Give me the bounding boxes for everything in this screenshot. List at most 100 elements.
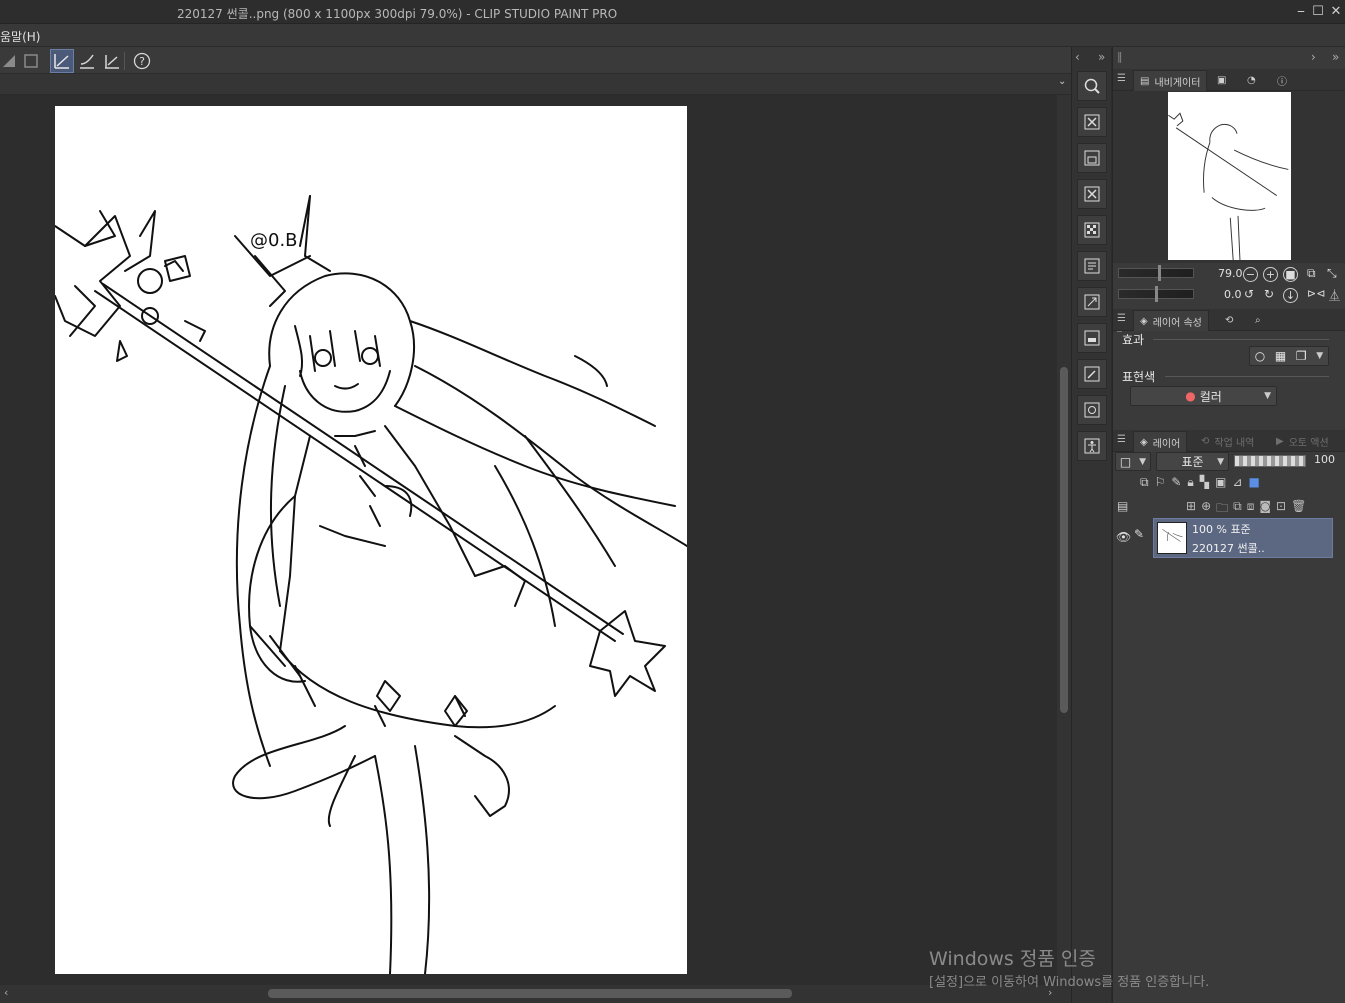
- combine-icon[interactable]: ⧈: [1247, 499, 1255, 515]
- resize-icon[interactable]: [1077, 287, 1107, 317]
- layer-mask-icon[interactable]: ◙: [1259, 499, 1271, 515]
- menu-bar: 움말(H): [0, 24, 1345, 47]
- lock-transparency-icon[interactable]: ▚: [1200, 475, 1209, 493]
- zoom-slider[interactable]: [1118, 268, 1194, 278]
- draft-icon[interactable]: ✎: [1171, 475, 1181, 493]
- ruler-edge-icon[interactable]: [0, 50, 20, 72]
- snap-to-grid-icon[interactable]: [101, 50, 123, 72]
- vertical-scrollbar[interactable]: [1057, 95, 1071, 985]
- zoom-slider-handle[interactable]: [1158, 265, 1161, 281]
- apply-mask-icon[interactable]: ⊡: [1276, 499, 1286, 515]
- tab-layer[interactable]: ◈ 레이어: [1133, 431, 1188, 452]
- tab-navigator[interactable]: ▤ 내비게이터: [1133, 70, 1208, 91]
- zoom-in-icon[interactable]: +: [1263, 267, 1278, 282]
- rotation-slider-handle[interactable]: [1155, 286, 1158, 302]
- layer-list-view-icon[interactable]: ▤: [1117, 499, 1128, 513]
- zoom-icon[interactable]: [1077, 71, 1107, 101]
- menu-icon[interactable]: ☰: [1117, 313, 1126, 324]
- color-layer-icon[interactable]: ■: [1248, 475, 1259, 493]
- tab-sub-view[interactable]: ▣: [1211, 70, 1232, 91]
- tab-search[interactable]: ⌕: [1249, 310, 1267, 331]
- navigator-thumbnail[interactable]: [1168, 92, 1291, 260]
- expression-color-label: 표현색: [1122, 370, 1156, 384]
- right-panel: ‖ › » ☰ ▤ 내비게이터 ▣ ◔ ⓘ 79.0 − + ■ ⧉ ⤡ 0.0…: [1112, 47, 1345, 1003]
- scroll-left-icon[interactable]: ‹: [4, 986, 8, 999]
- tab-info[interactable]: ⓘ: [1271, 70, 1293, 91]
- save-icon[interactable]: [1077, 143, 1107, 173]
- close-file-icon[interactable]: [1077, 179, 1107, 209]
- expand-right-icon[interactable]: »: [1332, 50, 1339, 64]
- chevron-down-icon: ▼: [1217, 456, 1224, 467]
- pen-icon[interactable]: ✎: [1134, 527, 1144, 541]
- effect-selector[interactable]: ○ ▦ ❐ ▼: [1249, 346, 1329, 366]
- palette-color-dropdown[interactable]: □ ▼: [1115, 452, 1151, 471]
- accessibility-icon[interactable]: [1077, 431, 1107, 461]
- rotate-right-icon[interactable]: ↻: [1264, 287, 1274, 301]
- collapse-left-icon[interactable]: ‹: [1075, 50, 1080, 64]
- menu-icon[interactable]: ☰: [1117, 73, 1126, 84]
- expand-panel-icon[interactable]: »: [1098, 50, 1105, 64]
- menu-help[interactable]: 움말(H): [0, 28, 40, 45]
- close-button[interactable]: ✕: [1327, 3, 1345, 21]
- transfer-down-icon[interactable]: ⧉: [1233, 499, 1242, 515]
- tab-history[interactable]: ⟲ 작업 내역: [1195, 431, 1260, 452]
- new-folder-icon[interactable]: 🗀: [1216, 499, 1228, 515]
- opacity-slider[interactable]: [1234, 455, 1306, 467]
- layer-settings-icon[interactable]: [1077, 251, 1107, 281]
- canvas-area[interactable]: @0.B: [0, 95, 1057, 985]
- window-title: 220127 썬콜..png (800 x 1100px 300dpi 79.0…: [177, 7, 618, 21]
- mask-icon[interactable]: ▣: [1215, 475, 1226, 493]
- menu-icon[interactable]: ☰: [1117, 434, 1126, 445]
- chevron-down-icon: ▼: [1264, 391, 1271, 401]
- help-icon[interactable]: ?: [131, 50, 153, 72]
- tab-auto-action[interactable]: ▶ 오토 액션: [1270, 431, 1335, 452]
- frame-icon[interactable]: [20, 50, 42, 72]
- horizontal-scrollbar[interactable]: ‹ ›: [0, 985, 1071, 1003]
- horizontal-scroll-thumb[interactable]: [268, 989, 792, 998]
- tab-tool-property[interactable]: ⟲: [1219, 310, 1239, 331]
- layer-tabbar: ☰ ◈ 레이어 ⟲ 작업 내역 ▶ 오토 액션: [1113, 430, 1345, 452]
- zoom-out-icon[interactable]: −: [1243, 267, 1258, 282]
- panel-grip-icon[interactable]: ‖: [1117, 50, 1123, 63]
- canvas-paper[interactable]: @0.B: [55, 106, 687, 974]
- reset-rotation-icon[interactable]: ↓: [1283, 288, 1298, 303]
- reference-icon[interactable]: ⚐: [1155, 475, 1166, 493]
- edit-icon[interactable]: [1077, 359, 1107, 389]
- minimize-button[interactable]: ⎯: [1292, 3, 1310, 21]
- sub-view-icon: ▣: [1217, 75, 1227, 86]
- clip-icon[interactable]: ⧉: [1140, 475, 1149, 493]
- eye-icon[interactable]: 👁︎: [1116, 530, 1131, 544]
- clear-icon[interactable]: [1077, 107, 1107, 137]
- layer-actions-row: ⊞ ⊕ 🗀 ⧉ ⧈ ◙ ⊡ 🗑︎: [1186, 499, 1336, 515]
- ruler-icon[interactable]: ⊿: [1232, 475, 1242, 493]
- flip-horizontal-icon[interactable]: ⊳⊲: [1307, 287, 1325, 300]
- fit-window-icon[interactable]: ⤡: [1327, 266, 1337, 281]
- lineart-illustration: @0.B: [55, 195, 687, 974]
- maximize-button[interactable]: ☐: [1309, 3, 1327, 21]
- zoom-value: 79.0: [1218, 267, 1243, 280]
- tab-color-wheel[interactable]: ◔: [1241, 70, 1262, 91]
- expression-color-dropdown[interactable]: ● 컬러 ▼: [1130, 386, 1277, 406]
- tab-layer-property[interactable]: ◈ 레이어 속성: [1133, 310, 1209, 331]
- transparency-icon[interactable]: [1077, 215, 1107, 245]
- rotate-left-icon[interactable]: ↺: [1244, 287, 1254, 301]
- collapse-right-icon[interactable]: ›: [1311, 50, 1316, 64]
- lock-icon[interactable]: 🔒︎: [1187, 475, 1193, 493]
- canvas-fill-icon[interactable]: [1077, 323, 1107, 353]
- new-vector-layer-icon[interactable]: ⊕: [1201, 499, 1211, 515]
- chevron-down-icon[interactable]: ⌄: [1058, 76, 1066, 87]
- snap-to-ruler-icon[interactable]: [50, 49, 74, 73]
- new-raster-layer-icon[interactable]: ⊞: [1186, 499, 1196, 515]
- delete-icon[interactable]: 🗑︎: [1291, 499, 1306, 515]
- fit-icon[interactable]: ■: [1283, 267, 1298, 282]
- layer-row[interactable]: 100 % 표준 220127 썬콜..: [1153, 518, 1333, 558]
- vertical-scroll-thumb[interactable]: [1060, 367, 1068, 713]
- opacity-value[interactable]: 100: [1314, 453, 1335, 466]
- flip-vertical-icon[interactable]: ⏅: [1329, 287, 1340, 303]
- snap-to-special-ruler-icon[interactable]: [76, 50, 98, 72]
- blend-mode-dropdown[interactable]: 표준 ▼: [1156, 452, 1229, 471]
- export-icon[interactable]: [1077, 395, 1107, 425]
- layer-list-empty-area[interactable]: [1113, 558, 1345, 1003]
- svg-text:@0.B: @0.B: [250, 230, 298, 251]
- actual-size-icon[interactable]: ⧉: [1307, 266, 1316, 281]
